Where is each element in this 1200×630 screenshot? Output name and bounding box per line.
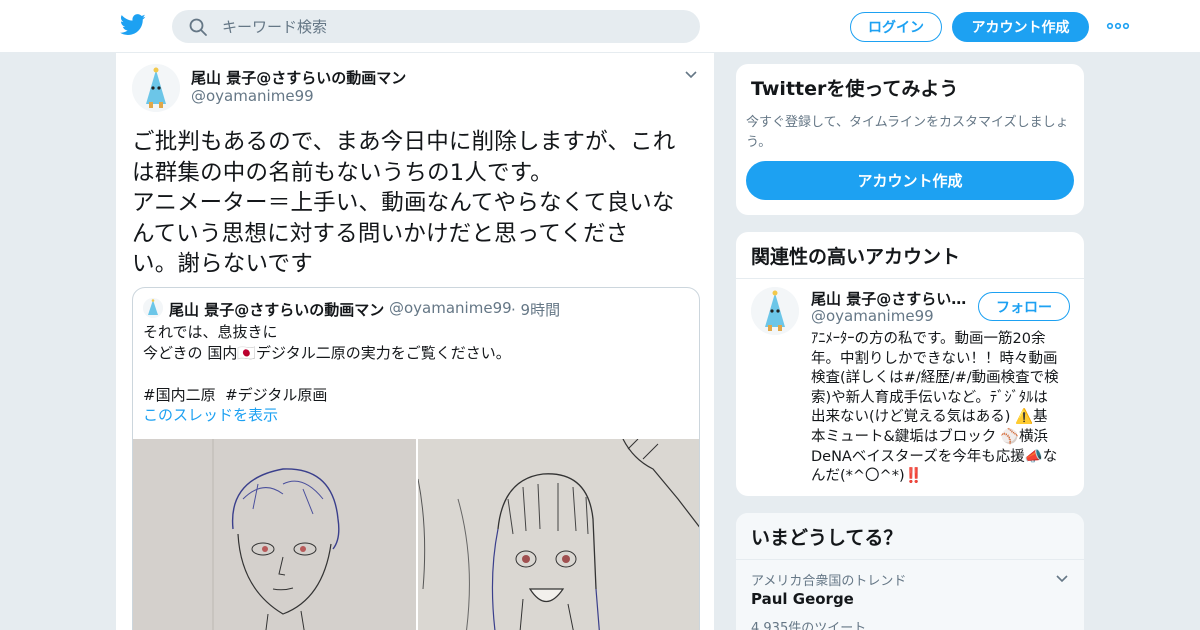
author-name[interactable]: 尾山 景子@さすらいの動画マン bbox=[191, 67, 406, 88]
attached-image-sketch-boy[interactable] bbox=[133, 439, 416, 630]
attached-image-sketch-girl[interactable] bbox=[418, 439, 699, 630]
trends-card: いまどうしてる？ アメリカ合衆国のトレンド Paul George 4,935件… bbox=[735, 512, 1085, 630]
show-thread-link[interactable]: このスレッドを表示 bbox=[143, 404, 278, 425]
author-handle[interactable]: @oyamanime99 bbox=[191, 87, 314, 105]
quoted-avatar bbox=[143, 298, 163, 318]
trends-title: いまどうしてる？ bbox=[736, 513, 1084, 560]
related-account-name[interactable]: 尾山 景子@さすらいの動画マン bbox=[811, 288, 971, 309]
tweet-text: ご批判もあるので、まあ今日中に削除しますが、これ は群集の中の名前もないうちの1… bbox=[132, 129, 676, 277]
quoted-timestamp: · 9時間 bbox=[511, 301, 561, 319]
login-button[interactable]: ログイン bbox=[850, 12, 942, 42]
more-icon[interactable] bbox=[1106, 20, 1130, 32]
sketch-girl-image bbox=[418, 439, 699, 630]
trend-tweet-count: 4,935件のツイート bbox=[751, 621, 867, 630]
quoted-author-name: 尾山 景子@さすらいの動画マン bbox=[169, 301, 385, 319]
sketch-boy-image bbox=[133, 439, 416, 630]
quoted-tweet[interactable]: 尾山 景子@さすらいの動画マン @oyamanime99 · 9時間 それでは、… bbox=[132, 287, 700, 630]
avatar-character-icon bbox=[132, 64, 180, 112]
chevron-down-icon[interactable] bbox=[1055, 573, 1069, 583]
related-accounts-title: 関連性の高いアカウント bbox=[736, 232, 1084, 279]
signup-button[interactable]: アカウント作成 bbox=[952, 12, 1089, 42]
avatar[interactable] bbox=[132, 64, 180, 112]
related-accounts-card: 関連性の高いアカウント 尾山 景子@さすらいの動画マン @oyamanime99… bbox=[735, 231, 1085, 497]
signup-card-title: Twitterを使ってみよう bbox=[751, 78, 959, 100]
avatar-character-icon bbox=[751, 287, 799, 335]
trend-context: アメリカ合衆国のトレンド bbox=[751, 574, 907, 589]
twitter-logo-icon[interactable] bbox=[120, 14, 146, 36]
tweet-detail: 尾山 景子@さすらいの動画マン @oyamanime99 ご批判もあるので、まあ… bbox=[115, 53, 715, 630]
signup-card: Twitterを使ってみよう 今すぐ登録して、タイムラインをカスタマイズしましょ… bbox=[735, 63, 1085, 216]
search-icon bbox=[189, 18, 207, 36]
avatar-character-icon bbox=[143, 298, 163, 318]
signup-card-button[interactable]: アカウント作成 bbox=[746, 161, 1074, 200]
avatar[interactable] bbox=[751, 287, 799, 335]
related-account-bio: ｱﾆﾒｰﾀｰの方の私です。動画一筋20余 年。中割りしかできない！！時々動画 検… bbox=[811, 331, 1059, 485]
top-nav-bar: ログイン アカウント作成 bbox=[0, 0, 1200, 53]
follow-button[interactable]: フォロー bbox=[978, 292, 1070, 321]
search-input[interactable] bbox=[222, 10, 682, 43]
quoted-tweet-text: それでは、息抜きに 今どきの 国内🇯🇵デジタル二原の実力をご覧ください。 #国内… bbox=[143, 323, 511, 404]
chevron-down-icon[interactable] bbox=[684, 69, 698, 79]
related-account-handle[interactable]: @oyamanime99 bbox=[811, 307, 934, 325]
search-bar[interactable] bbox=[172, 10, 700, 43]
signup-card-description: 今すぐ登録して、タイムラインをカスタマイズしましょ う。 bbox=[746, 115, 1069, 150]
quoted-author-handle: @oyamanime99 bbox=[389, 299, 512, 317]
trend-name[interactable]: Paul George bbox=[751, 590, 854, 608]
